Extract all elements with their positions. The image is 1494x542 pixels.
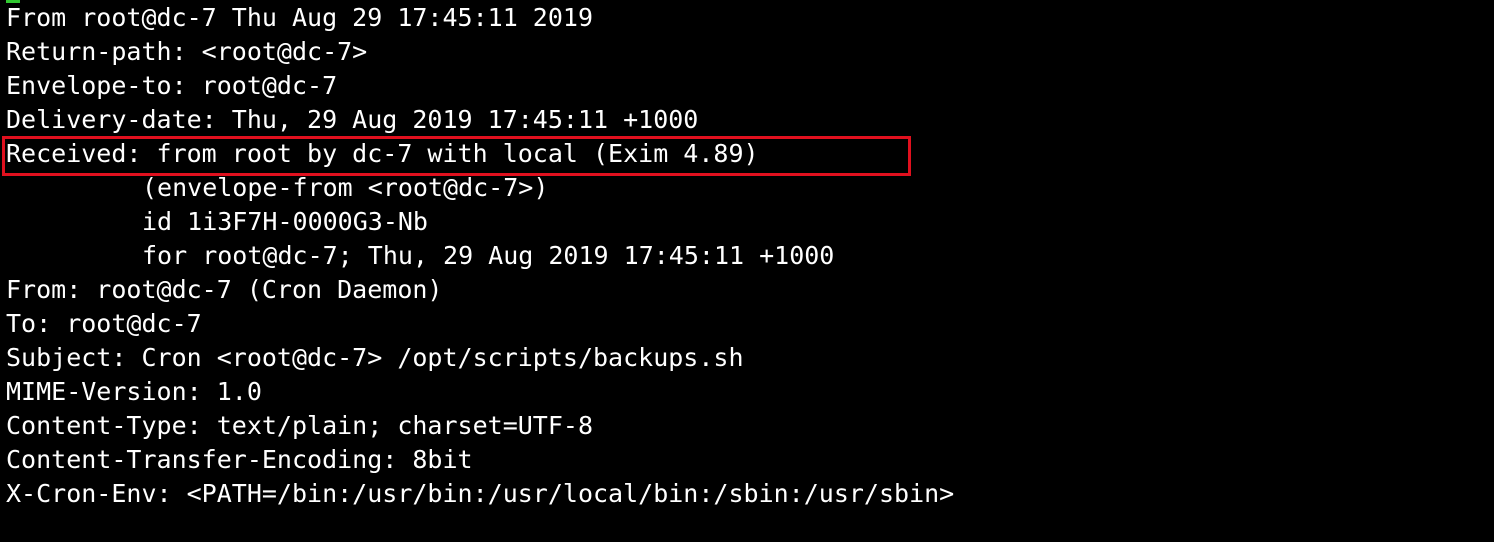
terminal-window[interactable]: From root@dc-7 Thu Aug 29 17:45:11 2019 …	[0, 0, 1494, 542]
content-transfer-encoding-header: Content-Transfer-Encoding: 8bit	[6, 445, 473, 474]
received-for: for root@dc-7; Thu, 29 Aug 2019 17:45:11…	[142, 241, 835, 270]
mime-version-header: MIME-Version: 1.0	[6, 377, 262, 406]
delivery-date-header: Delivery-date: Thu, 29 Aug 2019 17:45:11…	[6, 105, 699, 134]
return-path-header: Return-path: <root@dc-7>	[6, 37, 368, 66]
from-header: From: root@dc-7 (Cron Daemon)	[6, 275, 443, 304]
mail-from-line: From root@dc-7 Thu Aug 29 17:45:11 2019	[6, 3, 593, 32]
received-envelope-from: (envelope-from <root@dc-7>)	[142, 173, 549, 202]
subject-header: Subject: Cron <root@dc-7> /opt/scripts/b…	[6, 343, 744, 372]
x-cron-env-header: X-Cron-Env: <PATH=/bin:/usr/bin:/usr/loc…	[6, 479, 955, 508]
received-id: id 1i3F7H-0000G3-Nb	[142, 207, 428, 236]
envelope-to-header: Envelope-to: root@dc-7	[6, 71, 338, 100]
received-highlight-box	[2, 136, 911, 176]
to-header: To: root@dc-7	[6, 309, 202, 338]
content-type-header: Content-Type: text/plain; charset=UTF-8	[6, 411, 593, 440]
